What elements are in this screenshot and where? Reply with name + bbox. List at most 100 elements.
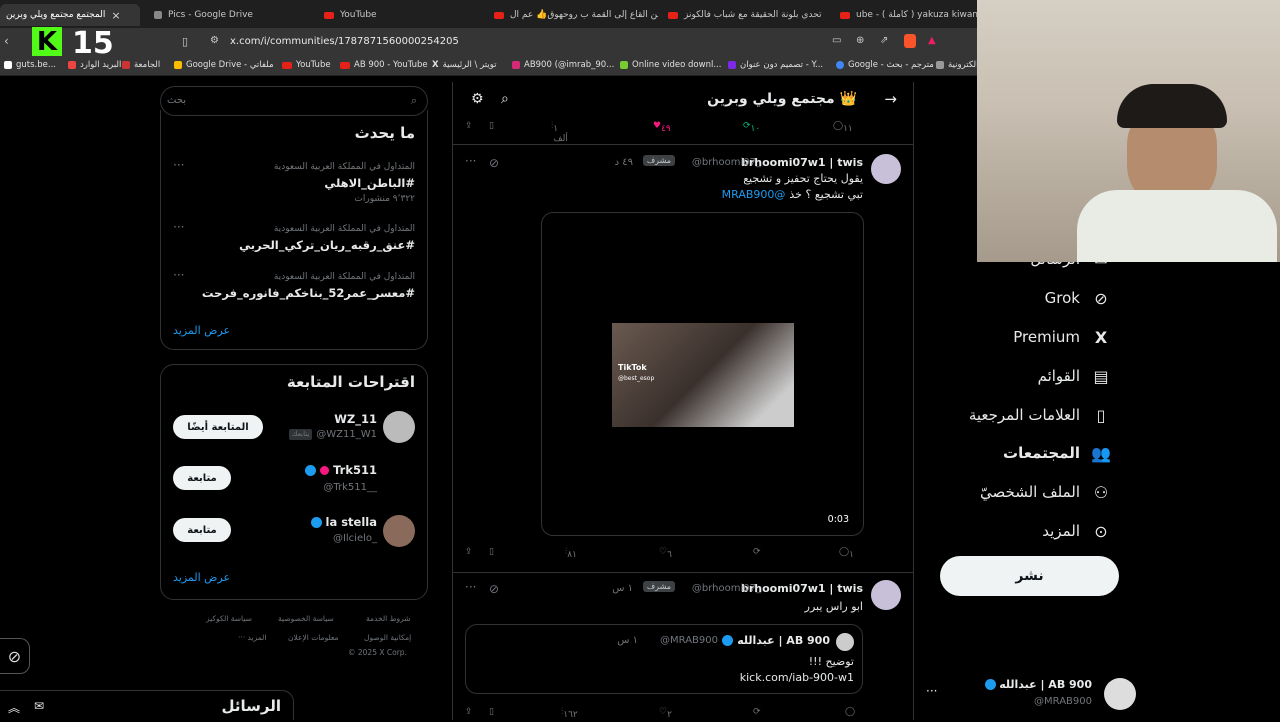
nav-lists[interactable]: القوائم ▤ [1038,367,1110,386]
avatar[interactable] [383,515,415,547]
bookmark-item[interactable]: البريد الوارد [68,60,121,70]
brave-shield-icon[interactable] [904,34,916,48]
more-options-icon[interactable]: ··· [465,580,476,594]
bookmark-item[interactable]: Google Drive - ملفاتي [174,60,274,70]
quote-link[interactable]: kick.com/iab-900-w1 [740,671,854,684]
footer-link[interactable]: إمكانية الوصول [364,633,411,642]
nav-premium[interactable]: Premium X [1013,328,1110,347]
views-count[interactable]: ⫶ ٨١ [565,547,577,560]
like-button[interactable]: ♡ ٦ [659,547,672,560]
suggest-name[interactable]: Trk511 [333,463,377,477]
nav-more[interactable]: المزيد ⊙ [1042,522,1110,541]
search-icon[interactable]: ⌕ [501,91,509,107]
tab-video-2[interactable]: تحدي بلونة الحقيقة مع شباب فالكونز [662,4,832,26]
like-button[interactable]: ♡ ٢ [659,707,672,720]
avatar[interactable] [383,461,415,493]
footer-link[interactable]: ··· المزيد [238,633,266,642]
bookmark-item[interactable]: guts.be... [4,60,56,70]
close-icon[interactable]: × [111,9,120,22]
suggest-name[interactable]: la stella [326,515,378,529]
zoom-icon[interactable]: ⊕ [856,35,864,46]
reply-button[interactable]: ◯ ١١ [833,121,853,134]
tab-youtube[interactable]: YouTube [318,4,478,26]
bookmark-icon[interactable]: ▯ [489,707,494,717]
bookmark-item[interactable]: الكترونية [936,60,979,70]
messages-drawer[interactable]: ︽ ✉ الرسائل [0,690,294,720]
bookmark-icon[interactable]: ▯ [489,547,494,557]
post-button[interactable]: نشر [940,556,1119,596]
back-arrow-icon[interactable]: → [884,90,897,108]
post-handle[interactable]: @brhoomi07_ [692,583,761,594]
more-options-icon[interactable]: ··· [173,158,184,172]
avatar[interactable] [871,154,901,184]
mention-link[interactable]: @MRAB900 [722,188,786,201]
url-text[interactable]: x.com/i/communities/1787871560000254205 [230,36,459,47]
trend-tag[interactable]: #معسر_عمر52_بناخكم_فانوره_فرحت [202,286,415,300]
avatar[interactable] [383,411,415,443]
avatar[interactable] [871,580,901,610]
nav-profile[interactable]: الملف الشخصيّ ⚇ [980,483,1110,502]
post-time[interactable]: ١ س [612,583,633,594]
share-icon[interactable]: ⇪ [465,121,473,131]
quoted-post[interactable]: عبدالله | AB 900 @MRAB900 ١ س توضيح !!! … [465,624,863,694]
follow-button[interactable]: متابعة [173,518,231,542]
more-options-icon[interactable]: ··· [173,268,184,282]
repost-button[interactable]: ⟳ ١٠ [743,121,760,134]
reply-button[interactable]: ◯ [845,707,855,717]
suggest-name[interactable]: WZ_11 [334,412,377,426]
bookmark-item[interactable]: Online video downl... [620,60,721,70]
post-handle[interactable]: @brhoomi07_ [692,157,761,168]
tab-video-3[interactable]: ube - ( كاملة ) yakuza kiwami [834,4,978,26]
grok-float-button[interactable]: ⊘ [0,638,30,674]
rewards-icon[interactable]: ▲ [928,35,936,46]
views-count[interactable]: ⫶ ١ ألف [551,121,568,144]
bookmark-item[interactable]: AB 900 - YouTube [340,60,428,70]
youtube-icon [668,11,678,19]
grok-icon[interactable]: ⊘ [489,156,499,170]
nav-communities[interactable]: المجتمعات 👥 [1003,444,1111,463]
bookmark-icon[interactable]: ▯ [489,121,494,131]
footer-link[interactable]: سياسة الخصوصية [278,614,334,623]
repost-button[interactable]: ⟳ [753,547,761,557]
bookmark-item[interactable]: تصميم دون عنوان - Y... [728,60,823,70]
screen-icon[interactable]: ▭ [832,35,841,46]
follow-back-button[interactable]: المتابعة أيضًا [173,415,263,439]
tab-video-1[interactable]: من القاع إلى القمة ب روحهوق👍 عم ال [488,4,658,26]
views-count[interactable]: ⫶ ١٦٢ [561,707,578,720]
bookmark-item[interactable]: AB900 (@imrab_90... [512,60,614,70]
more-options-icon[interactable]: ··· [465,154,476,168]
bookmark-item[interactable]: X تويتر \ الرئيسية [432,60,496,70]
bookmark-item[interactable]: YouTube [282,60,331,70]
share-icon[interactable]: ⇗ [880,35,888,46]
trend-tag[interactable]: #الباطن_الاهلي [324,176,415,190]
expand-icon[interactable]: ︽ [8,699,20,716]
compose-message-icon[interactable]: ✉ [34,699,44,713]
show-more-link[interactable]: عرض المزيد [173,571,230,584]
share-icon[interactable]: ⇪ [465,707,473,717]
footer-link[interactable]: شروط الخدمة [366,614,411,623]
like-button[interactable]: ♥ ٤٩ [653,121,671,134]
settings-icon[interactable]: ⚙ [471,91,484,107]
post-time[interactable]: ٤٩ د [615,157,633,168]
site-settings-icon[interactable]: ⚙ [210,35,219,46]
nav-bookmarks[interactable]: العلامات المرجعية ▯ [969,406,1110,425]
follow-button[interactable]: متابعة [173,466,231,490]
back-icon[interactable]: ‹ [4,34,9,48]
share-icon[interactable]: ⇪ [465,547,473,557]
bookmark-item[interactable]: Google - مترجم - بحث [836,60,934,70]
more-options-icon[interactable]: ··· [173,220,184,234]
show-more-link[interactable]: عرض المزيد [173,324,230,337]
account-switcher[interactable]: ··· عبدالله | AB 900 @MRAB900 [926,676,1136,712]
tab-community[interactable]: المجتمع مجتمع ويلي وبرين × [0,4,140,26]
trend-tag[interactable]: #عنق_رقبه_ريان_تركي_الحربي [239,238,415,252]
video-player[interactable]: TikTok @best_esop 0:03 [541,212,864,536]
footer-link[interactable]: معلومات الإعلان [288,633,339,642]
footer-link[interactable]: سياسة الكوكيز [206,614,252,623]
tab-google-drive[interactable]: Pics - Google Drive [148,4,308,26]
bookmark-page-icon[interactable]: ▯ [182,35,188,48]
grok-icon[interactable]: ⊘ [489,582,499,596]
bookmark-item[interactable]: الجامعة [122,60,160,70]
reply-button[interactable]: ◯ ١ [839,547,854,560]
repost-button[interactable]: ⟳ [753,707,761,717]
nav-grok[interactable]: Grok ⊘ [1045,289,1110,308]
